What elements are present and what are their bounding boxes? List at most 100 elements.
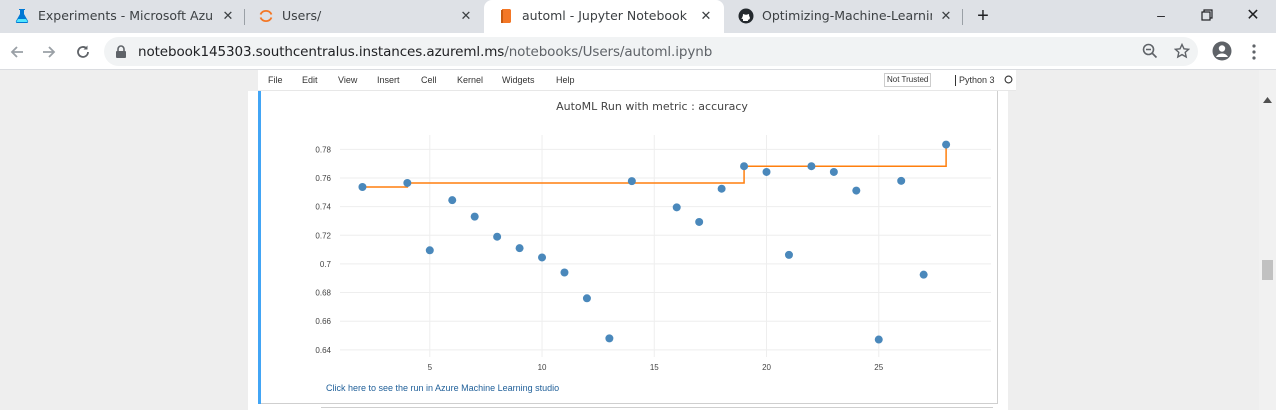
url-path: /notebooks/Users/automl.ipynb	[504, 44, 713, 60]
x-tick-label: 20	[762, 363, 771, 372]
cell-output: AutoML Run with metric : accuracy 5 10 15 2…	[261, 91, 998, 404]
tab-experiments[interactable]: Experiments - Microsoft Azure M ✕	[0, 0, 244, 33]
y-tick-label: 0.72	[315, 231, 331, 240]
page-viewport: File Edit View Insert Cell Kernel Widget…	[0, 70, 1276, 410]
run-point	[470, 212, 479, 221]
run-point	[515, 244, 524, 253]
more-menu-icon[interactable]	[1251, 44, 1257, 60]
jupyter-menubar: File Edit View Insert Cell Kernel Widget…	[258, 70, 1016, 91]
menu-cell[interactable]: Cell	[421, 75, 437, 85]
menu-widgets[interactable]: Widgets	[502, 75, 535, 85]
x-tick-label: 10	[538, 363, 547, 372]
tab-title: automl - Jupyter Notebook	[522, 8, 687, 23]
notebook-icon	[501, 9, 511, 23]
url-text: notebook145303.southcentralus.instances.…	[138, 44, 712, 60]
y-tick-label: 0.64	[315, 346, 331, 355]
page-scrollbar[interactable]	[1259, 70, 1276, 410]
back-button[interactable]	[4, 39, 30, 65]
menu-kernel[interactable]: Kernel	[457, 75, 483, 85]
trust-indicator[interactable]: Not Trusted	[884, 73, 932, 87]
run-point	[493, 232, 502, 241]
close-window-button[interactable]: ✕	[1230, 0, 1276, 30]
tab-title: Users/	[282, 8, 322, 23]
azure-ml-flask-icon	[15, 9, 29, 23]
forward-arrow-icon	[43, 46, 56, 58]
run-point	[403, 178, 412, 187]
run-point	[874, 335, 883, 344]
notebook-container: AutoML Run with metric : accuracy 5 10 15 2…	[248, 91, 1008, 410]
tab-users[interactable]: Users/ ✕	[244, 0, 484, 33]
scroll-up-arrow-icon[interactable]	[1263, 97, 1272, 103]
run-point	[695, 217, 704, 226]
chart-title: AutoML Run with metric : accuracy	[556, 100, 748, 113]
x-tick-label: 5	[428, 363, 433, 372]
browser-tab-strip: Experiments - Microsoft Azure M ✕ Users/…	[0, 0, 1276, 33]
y-tick-label: 0.68	[315, 289, 331, 298]
reload-icon	[77, 45, 89, 58]
y-tick-label: 0.7	[320, 260, 332, 269]
url-host: notebook145303.southcentralus.instances.…	[138, 44, 505, 60]
close-icon[interactable]: ✕	[938, 8, 954, 24]
forward-button[interactable]	[36, 39, 62, 65]
run-point	[717, 184, 726, 193]
run-point	[627, 177, 636, 186]
menu-view[interactable]: View	[338, 75, 357, 85]
kernel-idle-icon	[1004, 75, 1013, 84]
run-point	[672, 203, 681, 212]
close-icon[interactable]: ✕	[220, 8, 236, 24]
y-tick-label: 0.78	[315, 145, 331, 154]
x-tick-label: 25	[874, 363, 883, 372]
azure-studio-link[interactable]: Click here to see the run in Azure Machi…	[326, 383, 559, 393]
run-point	[919, 270, 928, 279]
menu-edit[interactable]: Edit	[302, 75, 318, 85]
x-tick-label: 15	[650, 363, 659, 372]
menu-insert[interactable]: Insert	[377, 75, 400, 85]
run-point	[582, 294, 591, 303]
run-point	[762, 167, 771, 176]
new-tab-button[interactable]: +	[960, 0, 1006, 33]
tab-automl-notebook[interactable]: automl - Jupyter Notebook ✕	[484, 0, 724, 33]
menu-help[interactable]: Help	[556, 75, 575, 85]
x-axis-ticks: 5 10 15 20 25	[428, 363, 884, 372]
reload-button[interactable]	[70, 39, 96, 65]
close-icon[interactable]: ✕	[458, 8, 474, 24]
menu-file[interactable]: File	[268, 75, 283, 85]
zoom-out-icon[interactable]	[1142, 43, 1158, 59]
github-icon	[738, 8, 754, 24]
run-point	[560, 268, 569, 277]
automl-accuracy-chart: AutoML Run with metric : accuracy 5 10 15 2…	[315, 100, 991, 372]
tab-title: Optimizing-Machine-Learning-Pi	[762, 8, 932, 23]
run-point	[829, 167, 838, 176]
kernel-name: Python 3	[959, 75, 995, 85]
run-point	[448, 196, 457, 205]
address-bar[interactable]: notebook145303.southcentralus.instances.…	[104, 37, 1198, 66]
minimize-button[interactable]: –	[1138, 0, 1184, 30]
run-point	[784, 250, 793, 259]
tab-title: Experiments - Microsoft Azure M	[38, 8, 214, 23]
run-point	[425, 246, 434, 255]
y-tick-label: 0.66	[315, 317, 331, 326]
close-icon[interactable]: ✕	[698, 8, 714, 24]
run-point	[740, 162, 749, 171]
lock-icon	[116, 45, 126, 58]
profile-avatar-icon[interactable]	[1212, 41, 1232, 61]
y-axis-ticks: 0.64 0.66 0.68 0.7 0.72 0.74 0.76 0.78	[315, 145, 331, 355]
jupyter-icon	[259, 10, 273, 22]
restore-button[interactable]	[1184, 0, 1230, 30]
restore-icon	[1201, 9, 1213, 21]
tab-github-repo[interactable]: Optimizing-Machine-Learning-Pi ✕	[724, 0, 962, 33]
back-arrow-icon	[10, 46, 23, 58]
run-point	[897, 176, 906, 185]
bookmark-star-icon[interactable]	[1174, 43, 1190, 59]
scrollbar-thumb[interactable]	[1262, 260, 1273, 280]
run-point	[538, 253, 547, 262]
y-tick-label: 0.76	[315, 174, 331, 183]
run-point	[605, 334, 614, 343]
run-point	[807, 162, 816, 171]
grid	[340, 135, 991, 357]
kernel-divider	[955, 75, 956, 86]
run-point	[852, 186, 861, 195]
y-tick-label: 0.74	[315, 203, 331, 212]
run-point	[942, 140, 951, 149]
browser-toolbar: notebook145303.southcentralus.instances.…	[0, 33, 1276, 70]
